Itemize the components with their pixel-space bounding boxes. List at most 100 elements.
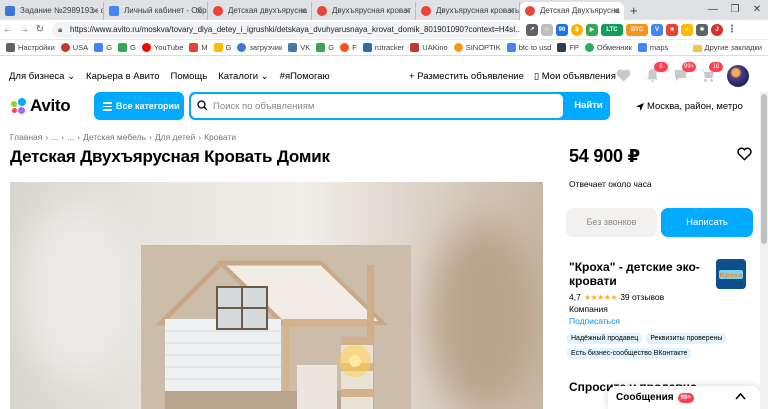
all-categories-button[interactable]: Все категории xyxy=(94,92,184,120)
tab-close-icon[interactable]: ✕ xyxy=(507,2,515,20)
seller-badge[interactable]: Надёжный продавец xyxy=(567,333,643,344)
forward-arrow-icon[interactable]: → xyxy=(16,24,32,35)
cart-icon[interactable]: 16 xyxy=(700,62,723,83)
bookmark-item[interactable]: Настройки xyxy=(6,43,55,52)
no-calls-button[interactable]: Без звонков xyxy=(566,208,657,237)
bookmark-item[interactable]: G xyxy=(316,43,334,52)
btc-price-extension[interactable]: BTC 92k xyxy=(626,23,648,45)
seller-badge[interactable]: Есть бизнес-сообщество ВКонтакте xyxy=(567,348,692,359)
user-avatar[interactable] xyxy=(727,65,749,87)
scrollbar-thumb[interactable] xyxy=(761,94,767,244)
bookmark-item[interactable]: UAKino xyxy=(410,43,448,52)
browser-toolbar: ← → ↻ 🔒︎ https://www.avito.ru/moskva/tov… xyxy=(0,20,768,45)
bookmark-item[interactable]: F xyxy=(340,43,357,52)
share-icon[interactable]: ↗ xyxy=(526,23,538,36)
puzzle-icon[interactable]: ✱ xyxy=(696,23,708,36)
chevron-up-icon[interactable] xyxy=(735,392,746,400)
extension-icon[interactable]: ✓ xyxy=(681,23,693,36)
bookmark-item[interactable]: VK xyxy=(288,43,310,52)
tab-close-icon[interactable]: ✕ xyxy=(91,2,99,20)
breadcrumb-item[interactable]: Детская мебель xyxy=(83,132,146,142)
tab-close-icon[interactable]: ✕ xyxy=(403,2,411,20)
messages-icon[interactable]: 99+ xyxy=(673,62,697,83)
browser-tab-active[interactable]: Детская Двухъярусна ✕ xyxy=(520,2,624,20)
menu-i-help[interactable]: #яПомогаю xyxy=(280,71,330,82)
bookmark-item[interactable]: загрузчик xyxy=(237,43,282,52)
reload-icon[interactable]: ↻ xyxy=(32,24,48,35)
extension-icon[interactable]: 96 xyxy=(556,23,568,36)
breadcrumb-item[interactable]: Для детей xyxy=(155,132,195,142)
seller-logo[interactable]: Кроха xyxy=(716,259,746,289)
seller-name-link[interactable]: "Кроха" - детские эко-кровати xyxy=(569,260,709,288)
minimize-button[interactable]: — xyxy=(702,0,724,20)
bookmark-item[interactable]: Обменник xyxy=(584,43,632,52)
tab-close-icon[interactable]: ✕ xyxy=(195,2,203,20)
back-arrow-icon[interactable]: ← xyxy=(0,24,16,35)
write-message-button[interactable]: Написать xyxy=(661,208,753,237)
bookmark-item[interactable]: btc to usd xyxy=(506,43,551,52)
browser-tab[interactable]: Личный кабинет - Обр ✕ xyxy=(104,2,208,20)
extension-icon[interactable]: V xyxy=(651,23,663,36)
search-button[interactable]: Найти xyxy=(567,92,610,120)
bookmark-item[interactable]: G xyxy=(94,43,112,52)
menu-business[interactable]: Для бизнеса ⌄ xyxy=(9,71,75,82)
bookmark-item[interactable]: G xyxy=(213,43,231,52)
page-scrollbar[interactable] xyxy=(760,92,768,409)
browser-tab[interactable]: Детская двухъярусна ✕ xyxy=(208,2,312,20)
notifications-bell-icon[interactable]: 6 xyxy=(645,62,668,83)
my-ads-link[interactable]: ▯ Мои объявления xyxy=(534,71,616,82)
bookmark-label: Настройки xyxy=(18,43,55,52)
menu-catalogs[interactable]: Каталоги ⌄ xyxy=(218,71,268,82)
avito-logo[interactable]: Avito xyxy=(10,96,71,116)
favorites-heart-icon[interactable] xyxy=(616,68,631,83)
breadcrumb-item[interactable]: ... xyxy=(51,132,58,142)
bookmark-item[interactable]: G xyxy=(118,43,136,52)
maximize-button[interactable]: ❐ xyxy=(724,0,746,20)
extension-icon[interactable]: ■ xyxy=(666,23,678,36)
breadcrumb-item[interactable]: ... xyxy=(67,132,74,142)
bookmark-item[interactable]: maps xyxy=(637,43,668,52)
browser-tab[interactable]: Двухъярусная кроват ✕ xyxy=(312,2,416,20)
search-input[interactable] xyxy=(191,94,563,118)
notifications-badge: 6 xyxy=(654,62,668,72)
other-bookmarks-folder[interactable]: Другие закладки xyxy=(692,40,762,55)
bookmark-item[interactable]: USA xyxy=(60,43,88,52)
ltc-price-extension[interactable]: LTC 44.8 xyxy=(601,23,623,45)
tab-close-icon[interactable]: ✕ xyxy=(299,2,307,20)
new-tab-button[interactable]: + xyxy=(624,2,644,20)
menu-career[interactable]: Карьера в Авито xyxy=(86,71,159,82)
bookmark-item[interactable]: SINOPTIK xyxy=(453,43,501,52)
tab-favicon-icon xyxy=(109,6,119,16)
document-icon: ▯ xyxy=(533,71,540,82)
bookmark-item[interactable]: M xyxy=(189,43,208,52)
reviews-link[interactable]: 39 отзывов xyxy=(620,292,664,302)
browser-tab[interactable]: Задание №2989193 - ф ✕ xyxy=(0,2,104,20)
extension-icon[interactable]: ▶ xyxy=(586,23,598,36)
bookmark-label: rutracker xyxy=(374,43,405,52)
browser-tab[interactable]: Двухъярусная кровать ✕ xyxy=(416,2,520,20)
subscribe-link[interactable]: Подписаться xyxy=(569,316,620,326)
messages-widget[interactable]: Сообщения 99+ xyxy=(608,386,760,409)
address-bar[interactable]: 🔒︎ https://www.avito.ru/moskva/tovary_dl… xyxy=(52,21,520,38)
bookmark-item[interactable]: FP xyxy=(557,43,579,52)
close-window-button[interactable]: ✕ xyxy=(746,0,768,20)
listing-photo[interactable] xyxy=(10,182,543,409)
breadcrumb-item[interactable]: Главная xyxy=(10,132,42,142)
bookmark-favicon-icon xyxy=(237,43,247,52)
bookmark-label: Обменник xyxy=(596,43,632,52)
extension-icon[interactable]: $ xyxy=(571,23,583,36)
post-ad-link[interactable]: + Разместить объявление xyxy=(409,71,524,82)
bookmark-star-icon[interactable]: ☆ xyxy=(541,23,553,36)
seller-badge[interactable]: Реквизиты проверены xyxy=(646,333,727,344)
bookmark-item[interactable]: rutracker xyxy=(362,43,405,52)
breadcrumb-item[interactable]: Кровати xyxy=(204,132,236,142)
bookmark-favicon-icon xyxy=(557,43,567,52)
menu-dots-icon[interactable]: ⋮ xyxy=(726,23,738,36)
menu-help[interactable]: Помощь xyxy=(171,71,208,82)
add-to-favorites-heart-icon[interactable] xyxy=(737,147,752,161)
bookmark-label: UAKino xyxy=(422,43,448,52)
profile-icon[interactable]: J xyxy=(711,23,723,36)
tab-close-icon[interactable]: ✕ xyxy=(612,2,620,20)
bookmark-item[interactable]: YouTube xyxy=(141,43,183,52)
region-selector[interactable]: Москва, район, метро xyxy=(636,101,743,112)
